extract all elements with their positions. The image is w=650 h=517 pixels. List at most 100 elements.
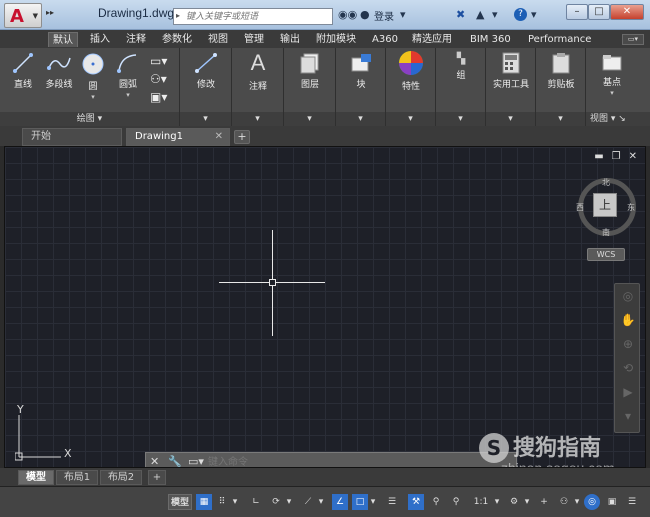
- navbar-options-icon[interactable]: ▾: [615, 404, 641, 428]
- binoculars-icon[interactable]: ◉◉: [338, 8, 357, 21]
- isolate-objects-icon[interactable]: ⚇: [556, 494, 572, 510]
- object-snap-icon[interactable]: □: [352, 494, 368, 510]
- ribbon-tab-4[interactable]: 视图: [204, 32, 232, 47]
- add-layout-button[interactable]: +: [148, 470, 166, 485]
- steering-wheel-icon[interactable]: ◎: [615, 284, 641, 308]
- ribbon-tab-7[interactable]: 附加模块: [312, 32, 360, 47]
- ribbon-tab-5[interactable]: 管理: [240, 32, 268, 47]
- isolate-chevron-icon[interactable]: ▾: [572, 494, 582, 510]
- isodraft-chevron-icon[interactable]: ▾: [316, 494, 326, 510]
- ribbon-tab-6[interactable]: 输出: [276, 32, 304, 47]
- ribbon-tab-2[interactable]: 注释: [122, 32, 150, 47]
- autoscale-icon[interactable]: ⚲: [448, 494, 464, 510]
- a360-icon[interactable]: ▲: [476, 8, 484, 21]
- workspace-gear-icon[interactable]: ⚙: [506, 494, 522, 510]
- groups-panel-footer[interactable]: ▾: [436, 112, 485, 126]
- ribbon-tab-8[interactable]: A360: [368, 32, 402, 47]
- a360-chevron-icon[interactable]: ▾: [492, 8, 498, 21]
- snap-chevron-icon[interactable]: ▾: [230, 494, 240, 510]
- layers-panel-footer[interactable]: ▾: [284, 112, 335, 126]
- model-space-button[interactable]: 模型: [168, 494, 192, 510]
- ribbon-tab-3[interactable]: 参数化: [158, 32, 196, 47]
- tab-layout1[interactable]: 布局1: [56, 470, 98, 485]
- polar-icon[interactable]: ⟳: [268, 494, 284, 510]
- application-menu-button[interactable]: A ▼: [4, 3, 42, 28]
- help-chevron-icon[interactable]: ▾: [531, 8, 537, 21]
- viewport-minimize-icon[interactable]: ▬: [594, 151, 603, 162]
- search-expand-icon[interactable]: ▸: [176, 11, 180, 20]
- clipboard-tool[interactable]: 剪贴板: [541, 52, 581, 90]
- command-input[interactable]: [208, 455, 508, 467]
- ribbon-tab-9[interactable]: 精选应用: [408, 32, 456, 47]
- tab-layout2[interactable]: 布局2: [100, 470, 142, 485]
- quick-access-toolbar-arrow-icon[interactable]: ▸▸: [46, 8, 54, 17]
- annotation-plus-icon[interactable]: +: [536, 494, 552, 510]
- new-tab-button[interactable]: +: [234, 130, 250, 144]
- command-customize-icon[interactable]: 🔧: [168, 455, 182, 467]
- base-dropdown-icon[interactable]: ▾: [610, 89, 614, 97]
- drawing-canvas[interactable]: ▬ ❐ ✕ 上 北 南 东 西 WCS ◎ ✋ ⊕ ⟲ ▶ ▾ Y X ✕ 🔧 ▭▾…: [4, 146, 646, 468]
- tab-drawing1[interactable]: Drawing1 ✕: [126, 128, 230, 146]
- arc-tool[interactable]: 圆弧 ▾: [114, 52, 142, 100]
- viewcube-west[interactable]: 西: [576, 202, 584, 213]
- modify-tool[interactable]: 修改: [190, 52, 222, 90]
- modify-panel-footer[interactable]: ▾: [180, 112, 231, 126]
- object-snap-chevron-icon[interactable]: ▾: [368, 494, 378, 510]
- viewcube-south[interactable]: 南: [602, 227, 610, 238]
- login-chevron-icon[interactable]: ▾: [400, 8, 406, 21]
- utilities-panel-footer[interactable]: ▾: [486, 112, 535, 126]
- arc-dropdown-icon[interactable]: ▾: [126, 91, 130, 99]
- annotation-scale-selector[interactable]: 1:1: [470, 494, 492, 510]
- viewport-restore-icon[interactable]: ❐: [612, 151, 621, 162]
- clean-screen-icon[interactable]: ▣: [604, 494, 620, 510]
- groups-tool[interactable]: ▚ 组: [445, 52, 477, 81]
- orbit-icon[interactable]: ⟲: [615, 356, 641, 380]
- viewcube-east[interactable]: 东: [627, 202, 635, 213]
- block-panel-footer[interactable]: ▾: [336, 112, 385, 126]
- tab-model[interactable]: 模型: [18, 470, 54, 485]
- draw-panel-footer[interactable]: 绘图 ▾: [0, 112, 179, 126]
- maximize-button[interactable]: □: [588, 4, 610, 20]
- search-input[interactable]: [186, 10, 330, 23]
- annotation-panel-footer[interactable]: ▾: [232, 112, 283, 126]
- ribbon-tab-10[interactable]: BIM 360: [466, 32, 515, 47]
- annotation-monitor-icon[interactable]: ⚒: [408, 494, 424, 510]
- tab-start[interactable]: 开始: [22, 128, 122, 146]
- login-link[interactable]: 登录: [374, 8, 394, 23]
- region-icon[interactable]: ▣▾: [150, 90, 167, 104]
- ribbon-options-button[interactable]: ▭▾: [622, 34, 644, 45]
- wcs-menu[interactable]: WCS: [587, 248, 625, 261]
- annotation-tool[interactable]: A 注释: [242, 50, 274, 92]
- ortho-icon[interactable]: ∟: [248, 494, 264, 510]
- isodraft-icon[interactable]: ⟋: [300, 494, 316, 510]
- close-tab-icon[interactable]: ✕: [215, 129, 223, 145]
- grid-icon[interactable]: ▦: [196, 494, 212, 510]
- showmotion-icon[interactable]: ▶: [615, 380, 641, 404]
- line-tool[interactable]: 直线: [10, 52, 36, 90]
- hatch-icon[interactable]: ⚇▾: [150, 72, 167, 86]
- base-view-tool[interactable]: 基点 ▾: [594, 52, 630, 98]
- properties-panel-footer[interactable]: ▾: [386, 112, 435, 126]
- minimize-button[interactable]: –: [566, 4, 588, 20]
- polar-chevron-icon[interactable]: ▾: [284, 494, 294, 510]
- polyline-tool[interactable]: 多段线: [42, 52, 76, 90]
- command-recent-icon[interactable]: ▭▾: [188, 455, 204, 467]
- command-close-icon[interactable]: ✕: [150, 455, 159, 467]
- pan-icon[interactable]: ✋: [615, 308, 641, 332]
- search-box[interactable]: ▸: [173, 8, 333, 25]
- lineweight-icon[interactable]: ☰: [384, 494, 400, 510]
- layers-tool[interactable]: 图层: [294, 52, 326, 90]
- close-button[interactable]: ✕: [610, 4, 644, 20]
- object-snap-tracking-icon[interactable]: ∠: [332, 494, 348, 510]
- ribbon-tab-1[interactable]: 插入: [86, 32, 114, 47]
- viewcube-face[interactable]: 上: [593, 193, 617, 217]
- view-panel-footer[interactable]: 视图 ▾ ↘: [586, 112, 650, 126]
- utilities-tool[interactable]: 实用工具: [488, 52, 534, 90]
- workspace-chevron-icon[interactable]: ▾: [522, 494, 532, 510]
- rectangle-icon[interactable]: ▭▾: [150, 54, 167, 68]
- block-tool[interactable]: 块: [345, 52, 377, 90]
- circle-dropdown-icon[interactable]: ▾: [91, 93, 95, 101]
- clipboard-panel-footer[interactable]: ▾: [536, 112, 585, 126]
- viewport-close-icon[interactable]: ✕: [629, 151, 637, 162]
- viewcube-north[interactable]: 北: [602, 177, 610, 188]
